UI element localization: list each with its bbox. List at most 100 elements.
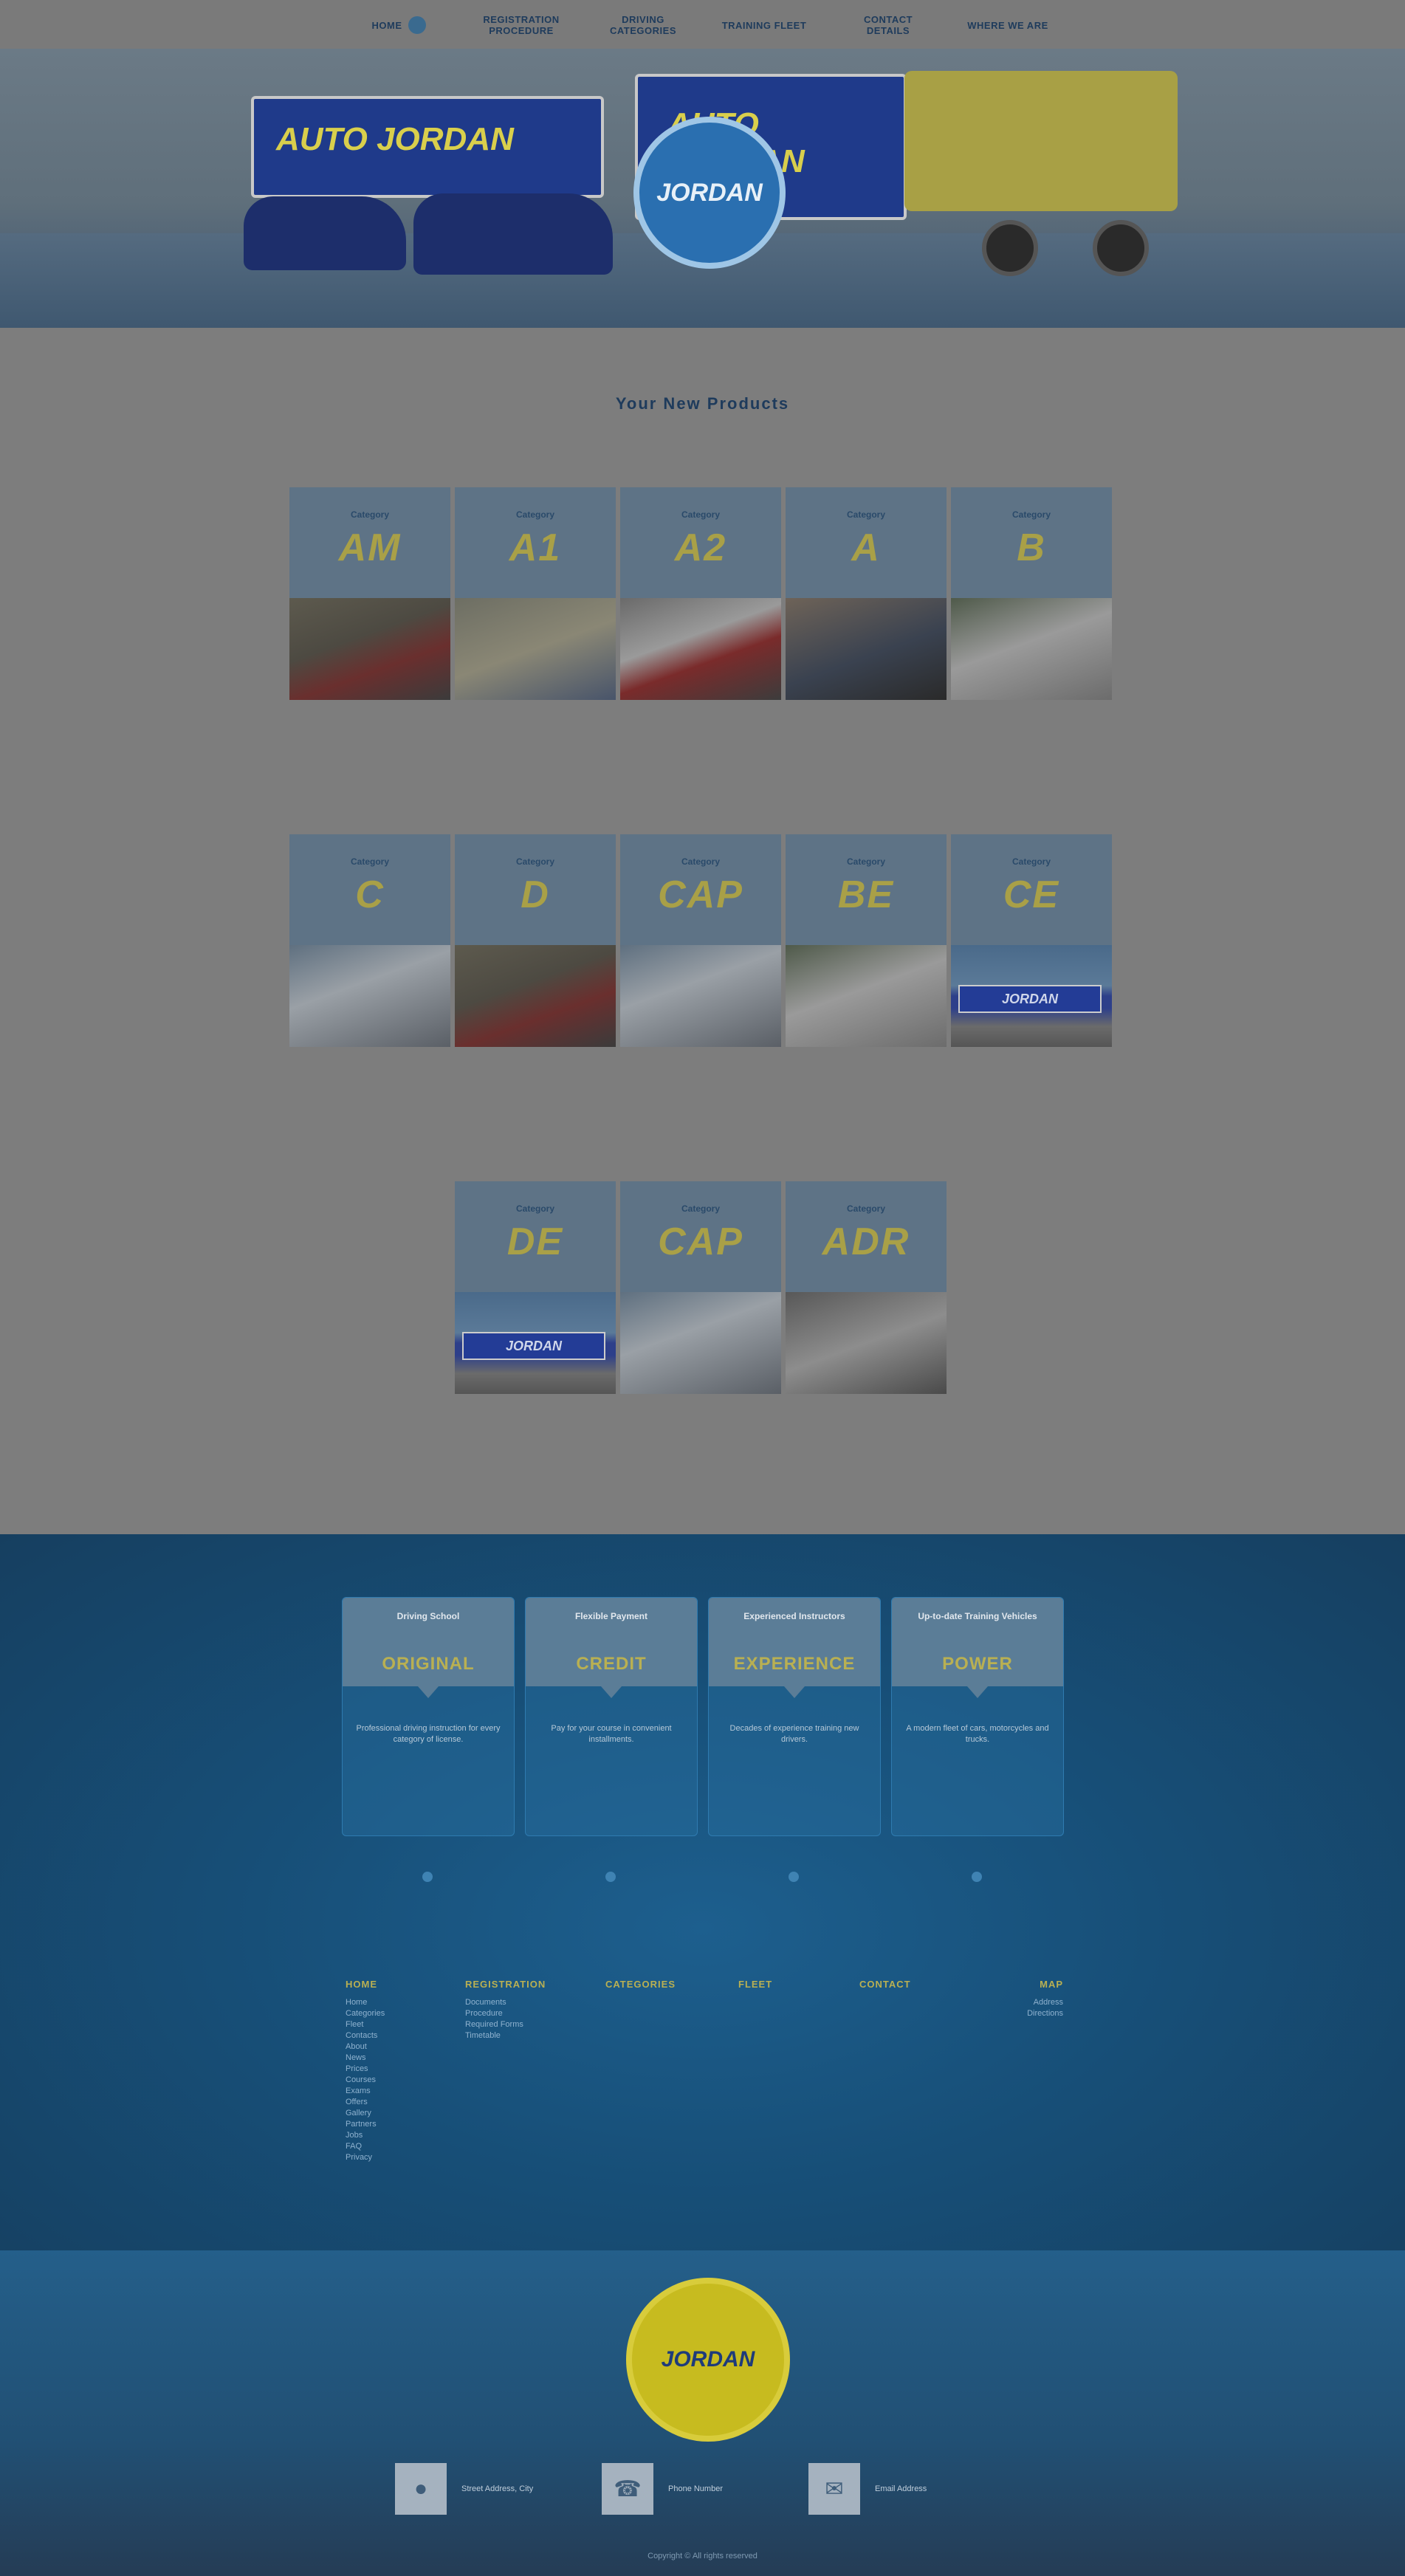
license-card-header: Category AM	[289, 487, 450, 598]
footer-column-heading[interactable]: Contact	[859, 1979, 933, 1990]
promo-arrow-icon	[784, 1686, 805, 1698]
contact-address: ● Street Address, City	[395, 2463, 533, 2515]
nav-home[interactable]: Home	[354, 9, 443, 41]
license-card-caption: Category	[1011, 856, 1051, 867]
promo-word: CREDIT	[576, 1654, 647, 1674]
license-card[interactable]: Category DE JORDAN	[455, 1181, 616, 1394]
license-card-code: CE	[1003, 873, 1060, 916]
license-card-caption: Category	[681, 509, 720, 520]
footer-link[interactable]: Jobs	[346, 2130, 442, 2141]
footer-link[interactable]: Directions	[1026, 2008, 1063, 2019]
hero-truck-cab	[904, 71, 1178, 211]
promo-card: Up-to-date Training Vehicles POWER A moder…	[891, 1597, 1064, 1836]
license-card[interactable]: Category BE	[786, 834, 947, 1047]
license-card-photo	[786, 1292, 947, 1394]
nav-contact-label: Contact Details	[863, 14, 913, 36]
license-card[interactable]: Category D	[455, 834, 616, 1047]
footer-logo[interactable]: JORDAN	[626, 2278, 790, 2442]
footer-logo-text: JORDAN	[661, 2347, 755, 2371]
promo-text: A modern fleet of cars, motorcycles and …	[906, 1724, 1049, 1744]
license-card-caption: Category	[846, 509, 885, 520]
footer-column-heading[interactable]: Categories	[605, 1979, 709, 1990]
footer-link[interactable]: FAQ	[346, 2141, 442, 2152]
mail-icon: ✉	[808, 2463, 860, 2515]
hero-car-left	[244, 196, 406, 270]
footer-column-heading[interactable]: Home	[346, 1979, 442, 1990]
license-card-header: Category CE	[951, 834, 1112, 945]
footer-link[interactable]: Documents	[465, 1997, 591, 2008]
promo-more-button[interactable]	[605, 1872, 616, 1882]
promo-card: Experienced Instructors EXPERIENCE Decades…	[708, 1597, 881, 1836]
license-card-code: B	[1017, 526, 1046, 569]
hero-banner: AUTO JORDAN AUTO JORDAN JORDAN	[0, 49, 1405, 328]
footer-column-heading[interactable]: Fleet	[738, 1979, 820, 1990]
contact-address-text: Street Address, City	[461, 2484, 534, 2493]
features-band	[0, 1534, 1405, 2250]
footer-link[interactable]: Address	[1026, 1997, 1063, 2008]
nav-categories-label: Driving Categories	[610, 14, 676, 36]
nav-location[interactable]: Where We Are	[967, 9, 1048, 41]
footer-link[interactable]: Categories	[346, 2008, 442, 2019]
promo-header: Up-to-date Training Vehicles POWER	[892, 1598, 1063, 1686]
footer-link[interactable]: Prices	[346, 2064, 442, 2075]
copyright: Copyright © All rights reserved	[647, 2552, 758, 2560]
footer-link[interactable]: Contacts	[346, 2030, 442, 2041]
license-card[interactable]: Category CE JORDAN	[951, 834, 1112, 1047]
footer-column: Contact	[859, 1979, 933, 1997]
license-card[interactable]: Category A2	[620, 487, 781, 700]
footer-column-heading[interactable]: Map	[1026, 1979, 1063, 1990]
footer-column: Map Address Directions	[1026, 1979, 1063, 2019]
footer-link[interactable]: Procedure	[465, 2008, 591, 2019]
promo-arrow-icon	[967, 1686, 988, 1698]
promo-card: Flexible Payment CREDIT Pay for your cours…	[525, 1597, 698, 1836]
license-card[interactable]: Category A1	[455, 487, 616, 700]
nav-fleet-label: Training Fleet	[721, 19, 807, 31]
footer-link[interactable]: Courses	[346, 2075, 442, 2086]
footer-link[interactable]: Timetable	[465, 2030, 591, 2041]
nav-fleet[interactable]: Training Fleet	[705, 9, 823, 41]
license-card-code: A2	[674, 526, 727, 569]
hero-wheel	[982, 220, 1038, 276]
footer-link[interactable]: Required Forms	[465, 2019, 591, 2030]
license-card[interactable]: Category ADR	[786, 1181, 947, 1394]
footer-column: Home Home Categories Fleet Contacts About News…	[346, 1979, 442, 2163]
nav-contact[interactable]: Contact Details	[848, 9, 929, 41]
footer-column-heading[interactable]: Registration	[465, 1979, 591, 1990]
license-card-photo	[786, 598, 947, 700]
footer-link[interactable]: Offers	[346, 2097, 442, 2108]
license-card-photo: JORDAN	[951, 945, 1112, 1047]
promo-word: POWER	[942, 1654, 1013, 1674]
trailer-logo: JORDAN	[958, 985, 1102, 1013]
footer-link[interactable]: Gallery	[346, 2108, 442, 2119]
license-card-photo	[620, 1292, 781, 1394]
license-card[interactable]: Category CAP	[620, 1181, 781, 1394]
footer-link[interactable]: Fleet	[346, 2019, 442, 2030]
license-card[interactable]: Category C	[289, 834, 450, 1047]
footer-link[interactable]: Exams	[346, 2086, 442, 2097]
section-title: Your New Products	[615, 394, 790, 413]
license-card[interactable]: Category CAP	[620, 834, 781, 1047]
license-card-code: A	[851, 526, 881, 569]
license-card[interactable]: Category B	[951, 487, 1112, 700]
nav-categories[interactable]: Driving Categories	[602, 9, 684, 41]
footer-link[interactable]: About	[346, 2041, 442, 2053]
promo-text: Pay for your course in convenient instal…	[551, 1724, 672, 1744]
footer-link[interactable]: News	[346, 2053, 442, 2064]
promo-more-button[interactable]	[972, 1872, 982, 1882]
promo-more-button[interactable]	[422, 1872, 433, 1882]
license-card-header: Category A	[786, 487, 947, 598]
license-card-header: Category B	[951, 487, 1112, 598]
promo-text: Decades of experience training new drive…	[729, 1724, 859, 1744]
footer-link[interactable]: Privacy	[346, 2152, 442, 2163]
hero-car-right	[413, 193, 613, 275]
license-card-photo: JORDAN	[455, 1292, 616, 1394]
footer-link[interactable]: Partners	[346, 2119, 442, 2130]
license-card-caption: Category	[515, 856, 554, 867]
license-card[interactable]: Category AM	[289, 487, 450, 700]
nav-registration[interactable]: Registration Procedure	[470, 9, 573, 41]
contact-email: ✉ Email Address	[808, 2463, 927, 2515]
license-card[interactable]: Category A	[786, 487, 947, 700]
footer-link[interactable]: Home	[346, 1997, 442, 2008]
license-card-header: Category BE	[786, 834, 947, 945]
promo-more-button[interactable]	[789, 1872, 799, 1882]
